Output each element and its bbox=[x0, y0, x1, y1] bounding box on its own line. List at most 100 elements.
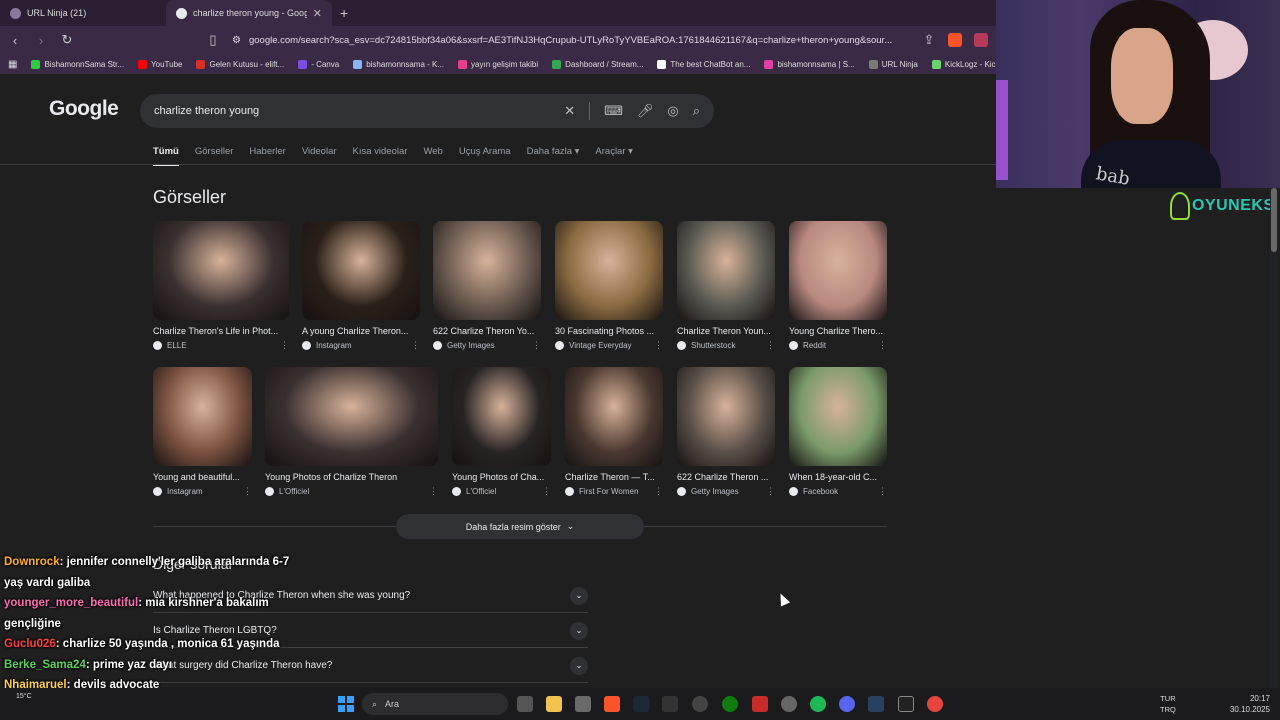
share-icon[interactable]: ⇪ bbox=[922, 32, 936, 48]
search-tab[interactable]: Daha fazla ▾ bbox=[527, 146, 580, 166]
more-options-icon[interactable]: ⋮ bbox=[411, 340, 420, 351]
image-source[interactable]: Getty Images ⋮ bbox=[433, 340, 541, 351]
image-source[interactable]: Facebook ⋮ bbox=[789, 486, 887, 497]
image-caption[interactable]: 30 Fascinating Photos ... bbox=[555, 326, 663, 336]
image-caption[interactable]: When 18-year-old C... bbox=[789, 472, 887, 482]
image-thumbnail[interactable] bbox=[565, 367, 663, 466]
steam-icon[interactable] bbox=[633, 696, 649, 712]
more-options-icon[interactable]: ⋮ bbox=[878, 486, 887, 497]
more-options-icon[interactable]: ⋮ bbox=[766, 340, 775, 351]
more-options-icon[interactable]: ⋮ bbox=[429, 486, 438, 497]
bookmark-icon[interactable]: ▯ bbox=[206, 32, 220, 48]
more-options-icon[interactable]: ⋮ bbox=[878, 340, 887, 351]
more-images-button[interactable]: Daha fazla resim göster ⌄ bbox=[396, 514, 644, 539]
bookmark-item[interactable]: yayın gelişim takibi bbox=[458, 59, 538, 69]
image-source[interactable]: Instagram ⋮ bbox=[302, 340, 420, 351]
bookmark-item[interactable]: Gelen Kutusu - elift... bbox=[196, 59, 284, 69]
image-thumbnail[interactable] bbox=[302, 221, 420, 320]
new-tab-icon[interactable]: + bbox=[340, 5, 348, 21]
image-thumbnail[interactable] bbox=[433, 221, 541, 320]
image-result-card[interactable]: When 18-year-old C... Facebook ⋮ bbox=[789, 367, 887, 497]
image-source[interactable]: L'Officiel ⋮ bbox=[452, 486, 551, 497]
bookmark-item[interactable]: bishamonnsama - K... bbox=[353, 59, 444, 69]
language-indicator[interactable]: TUR TRQ bbox=[1160, 693, 1176, 715]
obs-icon[interactable] bbox=[692, 696, 708, 712]
image-source[interactable]: Getty Images ⋮ bbox=[677, 486, 775, 497]
image-source[interactable]: ELLE ⋮ bbox=[153, 340, 289, 351]
image-caption[interactable]: Young Photos of Charlize Theron bbox=[265, 472, 438, 482]
browser-tab-url-ninja[interactable]: URL Ninja (21) bbox=[0, 0, 166, 26]
image-caption[interactable]: Young and beautiful... bbox=[153, 472, 252, 482]
image-result-card[interactable]: 622 Charlize Theron ... Getty Images ⋮ bbox=[677, 367, 775, 497]
more-options-icon[interactable]: ⋮ bbox=[532, 340, 541, 351]
image-result-card[interactable]: Young Charlize Thero... Reddit ⋮ bbox=[789, 221, 887, 351]
image-thumbnail[interactable] bbox=[153, 221, 289, 320]
site-info-icon[interactable]: ⚙ bbox=[232, 35, 241, 46]
capcut-icon[interactable] bbox=[898, 696, 914, 712]
discord-icon[interactable] bbox=[839, 696, 855, 712]
search-box[interactable]: charlize theron young ✕ ⌨ 🎤︎ ◎ ⌕ bbox=[140, 94, 714, 128]
image-source[interactable]: Shutterstock ⋮ bbox=[677, 340, 775, 351]
image-result-card[interactable]: Charlize Theron — T... First For Women ⋮ bbox=[565, 367, 663, 497]
chevron-down-icon[interactable]: ⌄ bbox=[570, 621, 588, 640]
search-tab[interactable]: Tümü bbox=[153, 146, 179, 166]
image-source[interactable]: Vintage Everyday ⋮ bbox=[555, 340, 663, 351]
reload-icon[interactable]: ↻ bbox=[60, 32, 74, 48]
image-thumbnail[interactable] bbox=[452, 367, 551, 466]
chevron-down-icon[interactable]: ⌄ bbox=[570, 586, 588, 605]
image-result-card[interactable]: 622 Charlize Theron Yo... Getty Images ⋮ bbox=[433, 221, 541, 351]
image-caption[interactable]: A young Charlize Theron... bbox=[302, 326, 420, 336]
scrollbar-thumb[interactable] bbox=[1271, 188, 1277, 252]
bookmark-item[interactable]: bishamonnsama | S... bbox=[764, 59, 855, 69]
image-result-card[interactable]: Charlize Theron's Life in Phot... ELLE ⋮ bbox=[153, 221, 289, 351]
image-result-card[interactable]: A young Charlize Theron... Instagram ⋮ bbox=[302, 221, 420, 351]
weather-widget[interactable]: 15°C bbox=[16, 693, 32, 700]
image-thumbnail[interactable] bbox=[153, 367, 252, 466]
lens-icon[interactable]: ◎ bbox=[667, 103, 678, 119]
image-thumbnail[interactable] bbox=[677, 221, 775, 320]
search-tab[interactable]: Görseller bbox=[195, 146, 234, 166]
image-caption[interactable]: Charlize Theron Youn... bbox=[677, 326, 775, 336]
settings-icon[interactable] bbox=[781, 696, 797, 712]
search-tab[interactable]: Araçlar ▾ bbox=[595, 146, 633, 166]
store-icon[interactable] bbox=[575, 696, 591, 712]
chrome-icon[interactable] bbox=[927, 696, 943, 712]
image-result-card[interactable]: Young and beautiful... Instagram ⋮ bbox=[153, 367, 252, 497]
keyboard-icon[interactable]: ⌨ bbox=[604, 103, 623, 119]
search-tab[interactable]: Kısa videolar bbox=[353, 146, 408, 166]
brave-icon[interactable] bbox=[604, 696, 620, 712]
bookmark-item[interactable]: YouTube bbox=[138, 59, 182, 69]
image-caption[interactable]: 622 Charlize Theron ... bbox=[677, 472, 775, 482]
search-input[interactable]: charlize theron young bbox=[154, 105, 550, 117]
address-bar[interactable]: ⚙ google.com/search?sca_esv=dc724815bbf3… bbox=[232, 29, 910, 51]
image-source[interactable]: First For Women ⋮ bbox=[565, 486, 663, 497]
forward-icon[interactable]: › bbox=[34, 33, 48, 48]
image-source[interactable]: L'Officiel ⋮ bbox=[265, 486, 438, 497]
image-caption[interactable]: 622 Charlize Theron Yo... bbox=[433, 326, 541, 336]
google-logo[interactable]: Google bbox=[49, 97, 119, 121]
image-result-card[interactable]: 30 Fascinating Photos ... Vintage Everyda… bbox=[555, 221, 663, 351]
bookmark-item[interactable]: The best ChatBot an... bbox=[657, 59, 750, 69]
image-source[interactable]: Instagram ⋮ bbox=[153, 486, 252, 497]
image-thumbnail[interactable] bbox=[677, 367, 775, 466]
image-result-card[interactable]: Young Photos of Charlize Theron L'Officie… bbox=[265, 367, 438, 497]
close-tab-icon[interactable]: ✕ bbox=[313, 7, 322, 20]
image-source[interactable]: Reddit ⋮ bbox=[789, 340, 887, 351]
bookmark-item[interactable]: Dashboard / Stream... bbox=[552, 59, 643, 69]
image-result-card[interactable]: Young Photos of Cha... L'Officiel ⋮ bbox=[452, 367, 551, 497]
image-thumbnail[interactable] bbox=[265, 367, 438, 466]
search-tab[interactable]: Web bbox=[423, 146, 442, 166]
image-thumbnail[interactable] bbox=[555, 221, 663, 320]
bookmark-item[interactable]: URL Ninja bbox=[868, 59, 918, 69]
epic-games-icon[interactable] bbox=[662, 696, 678, 712]
brave-shield-icon[interactable] bbox=[948, 33, 962, 47]
more-options-icon[interactable]: ⋮ bbox=[243, 486, 252, 497]
windows-start-icon[interactable] bbox=[338, 696, 354, 712]
more-options-icon[interactable]: ⋮ bbox=[280, 340, 289, 351]
image-caption[interactable]: Charlize Theron — T... bbox=[565, 472, 663, 482]
more-options-icon[interactable]: ⋮ bbox=[654, 486, 663, 497]
image-caption[interactable]: Young Photos of Cha... bbox=[452, 472, 551, 482]
bookmark-item[interactable]: - Canva bbox=[298, 59, 339, 69]
xbox-icon[interactable] bbox=[722, 696, 738, 712]
more-options-icon[interactable]: ⋮ bbox=[766, 486, 775, 497]
